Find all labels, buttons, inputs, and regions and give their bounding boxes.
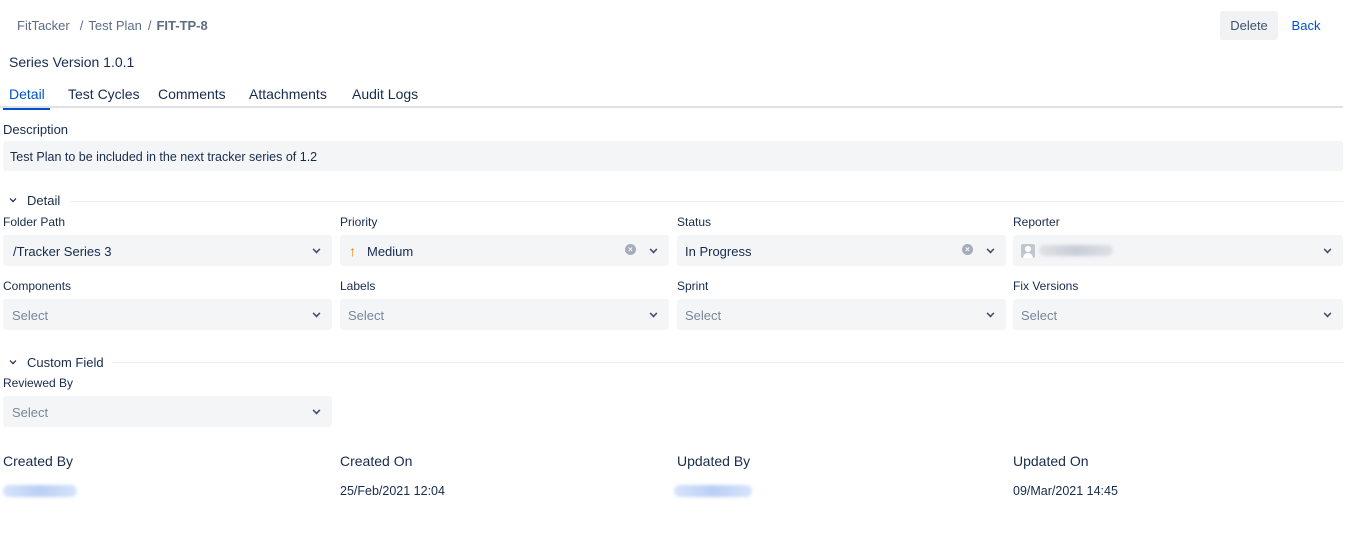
folder-path-value: /Tracker Series 3 — [13, 244, 112, 259]
fix-versions-placeholder: Select — [1021, 308, 1058, 323]
created-on-label: Created On — [340, 453, 413, 469]
reviewed-by-label: Reviewed By — [3, 376, 74, 390]
chevron-down-icon[interactable] — [312, 406, 321, 415]
section-divider — [113, 362, 1343, 363]
reporter-name-redacted — [1039, 245, 1113, 256]
chevron-down-icon[interactable] — [986, 245, 995, 254]
chevron-down-icon[interactable] — [1323, 245, 1332, 254]
chevron-down-icon[interactable] — [312, 245, 321, 254]
sprint-label: Sprint — [677, 279, 709, 293]
labels-placeholder: Select — [348, 308, 385, 323]
fix-versions-select[interactable]: Select — [1013, 299, 1343, 330]
breadcrumb-current[interactable]: FIT-TP-8 — [156, 18, 207, 33]
description-label: Description — [3, 122, 69, 137]
labels-select[interactable]: Select — [340, 299, 669, 330]
status-select[interactable]: In Progress × — [677, 235, 1006, 266]
updated-by-user-link[interactable] — [674, 485, 752, 497]
breadcrumb-section[interactable]: Test Plan — [88, 18, 141, 33]
created-on-value: 25/Feb/2021 12:04 — [340, 484, 445, 498]
components-placeholder: Select — [12, 308, 49, 323]
sprint-placeholder: Select — [685, 308, 722, 323]
section-divider — [70, 201, 1343, 202]
updated-on-value: 09/Mar/2021 14:45 — [1013, 484, 1118, 498]
reporter-label: Reporter — [1013, 215, 1060, 229]
tab-test-cycles[interactable]: Test Cycles — [68, 86, 140, 108]
tab-detail[interactable]: Detail — [3, 86, 50, 110]
tab-comments[interactable]: Comments — [158, 86, 226, 108]
breadcrumb-separator: / — [147, 18, 152, 33]
user-avatar-icon — [1021, 244, 1035, 258]
chevron-down-icon — [9, 195, 17, 202]
components-label: Components — [3, 279, 72, 293]
detail-section-title: Detail — [27, 193, 61, 208]
custom-field-section-title: Custom Field — [27, 355, 104, 370]
priority-label: Priority — [340, 215, 378, 229]
chevron-down-icon[interactable] — [986, 309, 995, 318]
status-value: In Progress — [685, 244, 752, 259]
reviewed-by-select[interactable]: Select — [3, 396, 332, 427]
components-select[interactable]: Select — [3, 299, 332, 330]
chevron-down-icon — [9, 357, 17, 364]
updated-by-label: Updated By — [677, 453, 751, 469]
status-label: Status — [677, 215, 712, 229]
labels-label: Labels — [340, 279, 376, 293]
page-header: FitTacker / Test Plan / FIT-TP-8 Delete … — [0, 0, 1347, 52]
folder-path-select[interactable]: /Tracker Series 3 — [3, 235, 332, 266]
description-field[interactable]: Test Plan to be included in the next tra… — [3, 141, 1343, 171]
tab-bar: Detail Test Cycles Comments Attachments … — [0, 84, 1343, 110]
reporter-select[interactable] — [1013, 235, 1343, 266]
chevron-down-icon[interactable] — [312, 309, 321, 318]
breadcrumb-separator: / — [79, 18, 84, 33]
back-button[interactable]: Back — [1283, 11, 1329, 40]
detail-section-toggle[interactable]: Detail — [9, 193, 60, 208]
created-by-user-link[interactable] — [3, 485, 77, 497]
reviewed-by-placeholder: Select — [12, 405, 49, 420]
sprint-select[interactable]: Select — [677, 299, 1006, 330]
clear-icon[interactable]: × — [962, 244, 973, 255]
created-by-label: Created By — [3, 453, 74, 469]
breadcrumb: FitTacker / Test Plan / FIT-TP-8 — [17, 18, 208, 33]
breadcrumb-project[interactable]: FitTacker — [17, 18, 70, 33]
delete-button[interactable]: Delete — [1220, 11, 1278, 40]
chevron-down-icon[interactable] — [1323, 309, 1332, 318]
folder-path-label: Folder Path — [3, 215, 66, 229]
chevron-down-icon[interactable] — [649, 309, 658, 318]
arrow-up-icon: ↑ — [349, 243, 356, 259]
page-title: Series Version 1.0.1 — [9, 54, 135, 70]
clear-icon[interactable]: × — [625, 244, 636, 255]
tab-attachments[interactable]: Attachments — [249, 86, 327, 108]
updated-on-label: Updated On — [1013, 453, 1089, 469]
fix-versions-label: Fix Versions — [1013, 279, 1079, 293]
tab-audit-logs[interactable]: Audit Logs — [352, 86, 418, 108]
priority-select[interactable]: ↑ Medium × — [340, 235, 669, 266]
priority-value: Medium — [367, 244, 414, 259]
custom-field-section-toggle[interactable]: Custom Field — [9, 355, 104, 370]
chevron-down-icon[interactable] — [649, 245, 658, 254]
